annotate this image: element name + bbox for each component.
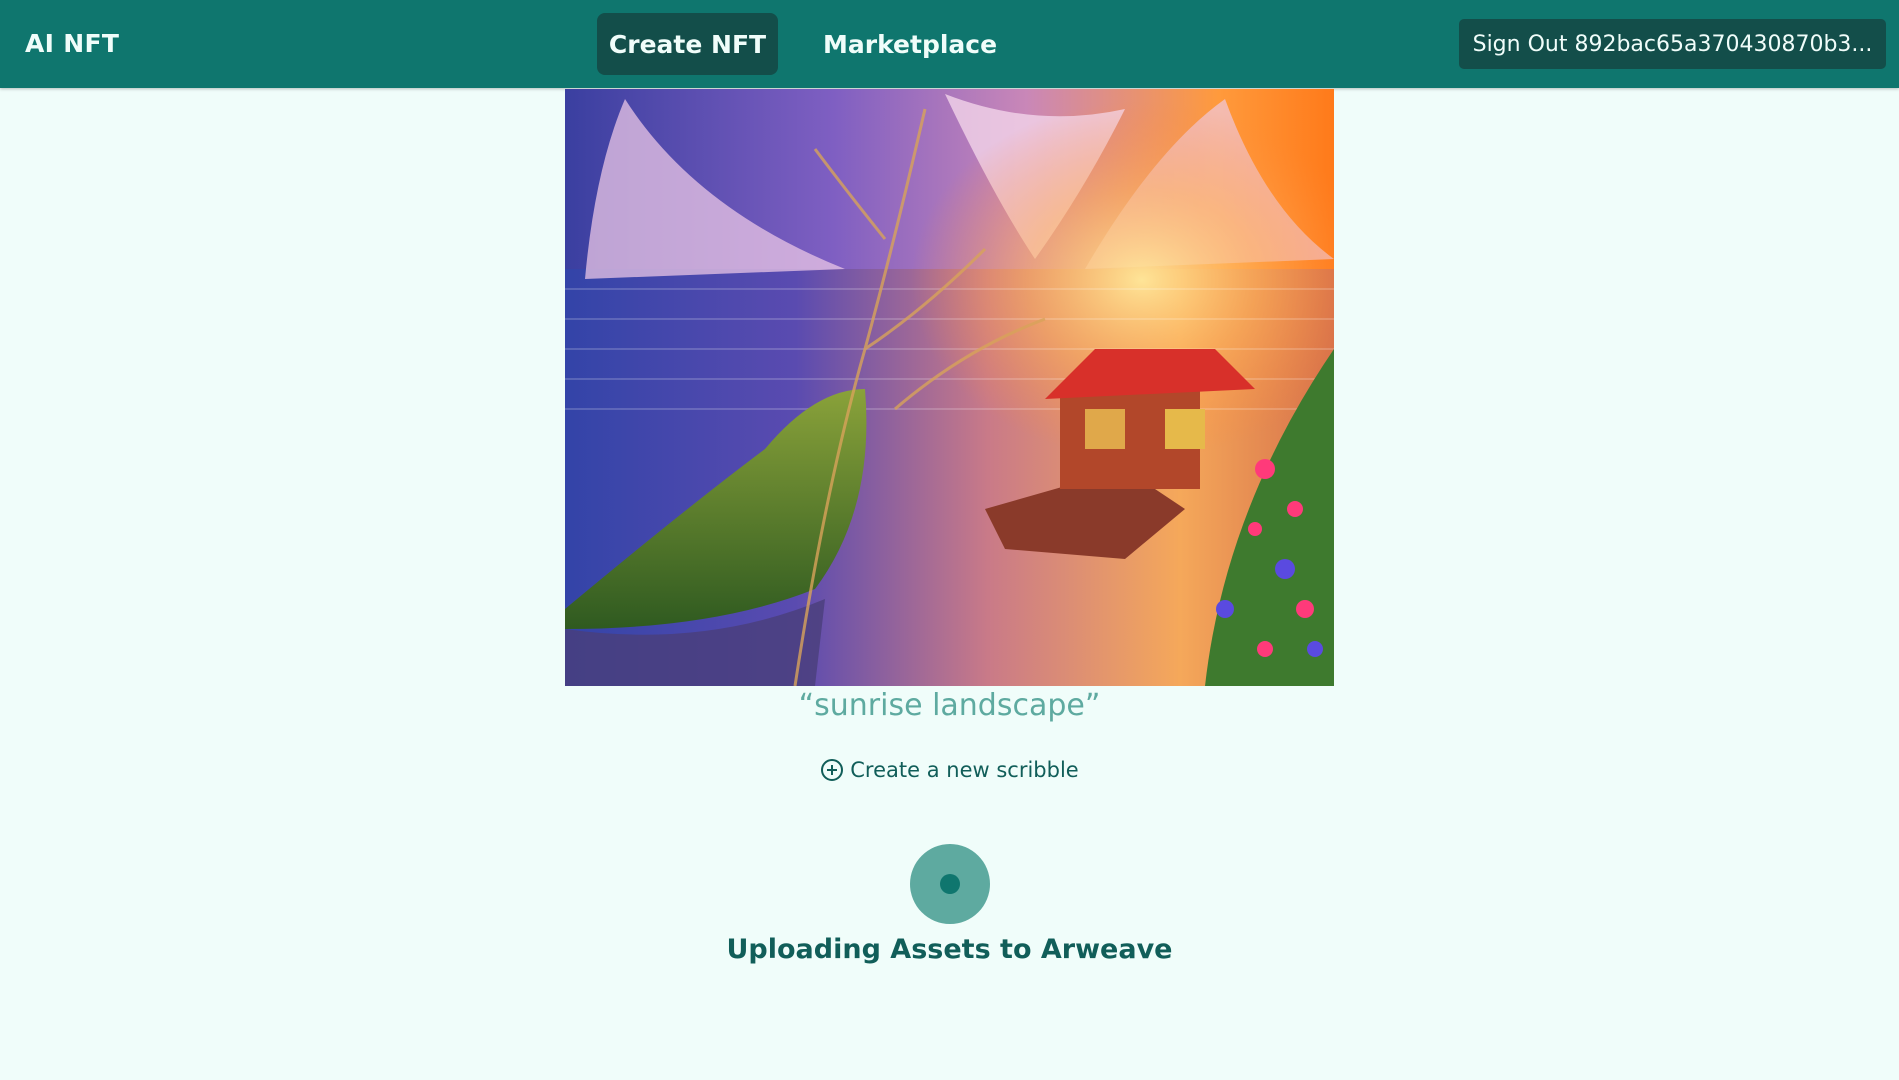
prompt-text: “sunrise landscape” — [798, 688, 1101, 723]
sign-out-button[interactable]: Sign Out 892bac65a370430870b3... — [1459, 19, 1886, 69]
create-new-scribble-label: Create a new scribble — [850, 758, 1079, 782]
plus-circle-icon — [820, 758, 844, 782]
create-new-scribble-link[interactable]: Create a new scribble — [565, 758, 1334, 782]
top-navbar: AI NFT Create NFT Marketplace Sign Out 8… — [0, 0, 1899, 88]
upload-status-text: Uploading Assets to Arweave — [726, 934, 1173, 965]
generated-nft-image — [565, 89, 1334, 686]
tab-marketplace[interactable]: Marketplace — [798, 13, 1022, 75]
brand-logo[interactable]: AI NFT — [25, 0, 119, 88]
tab-create-nft[interactable]: Create NFT — [597, 13, 778, 75]
spinner-dot — [940, 874, 960, 894]
nav-tabs: Create NFT Marketplace — [597, 13, 1022, 75]
loading-spinner-icon — [910, 844, 990, 924]
